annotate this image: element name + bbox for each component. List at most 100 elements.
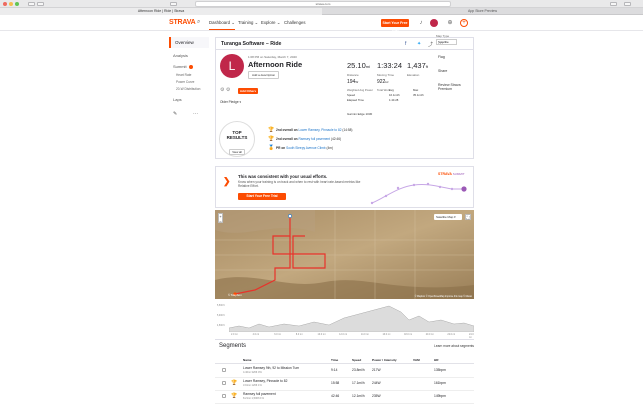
notifications-bell-icon[interactable]: ♪ xyxy=(417,19,425,27)
add-activity-icon[interactable]: + xyxy=(460,19,468,27)
nav-training[interactable]: Training ⌄ xyxy=(238,20,258,26)
add-others-button[interactable]: Add Others xyxy=(238,88,258,94)
start-free-trial-button[interactable]: Start Your Free Trial xyxy=(381,19,409,33)
elevation-x-label: 8.0 mi xyxy=(295,333,303,336)
twitter-icon[interactable]: ✦ xyxy=(417,41,421,47)
zoom-window-icon[interactable] xyxy=(15,2,19,6)
weighted-power-unit: W xyxy=(355,80,359,84)
header-hr[interactable]: HR xyxy=(434,358,438,362)
sidebar-item-heart-rate[interactable]: Heart Rate xyxy=(176,73,191,77)
edit-icon[interactable]: ✎ xyxy=(173,111,177,117)
elevation-profile[interactable]: 5,500 ft 5,000 ft 4,500 ft 2.0 mi 4.0 mi 6… xyxy=(215,300,474,340)
segment-name-link[interactable]: Ramsey full pavement xyxy=(243,392,276,396)
header-name[interactable]: Name xyxy=(243,358,251,362)
upload-icon[interactable]: ⊕ xyxy=(446,19,454,27)
elevation-x-label: 24.0 mi xyxy=(469,333,474,339)
achievement-suffix: (4m) xyxy=(325,146,333,150)
promo-body: Know when your training is on track and … xyxy=(238,180,361,189)
table-row[interactable]: 🏆 Ramsey full pavement 8.21mi 1,500ft 1% 42… xyxy=(215,391,474,404)
add-description-button[interactable]: Add a description xyxy=(248,71,280,79)
url-bar[interactable]: strava.com xyxy=(195,1,451,7)
map-attribution[interactable]: © Mapbox © OpenStreetMap Improve this ma… xyxy=(415,296,472,298)
share-menu-item[interactable]: Share xyxy=(438,69,447,73)
segment-link[interactable]: South Sleepy Avenue Climb xyxy=(286,146,325,150)
segment-link[interactable]: Lower Ramsey, Pinnacle to 82 xyxy=(299,128,342,132)
segment-time: 9:14 xyxy=(331,368,338,372)
zoom-out-button[interactable]: − xyxy=(219,219,222,224)
header-power[interactable]: Power / Intensity xyxy=(372,358,397,362)
tab-app-store[interactable]: App Store Preview xyxy=(322,8,643,15)
sidebar-item-power-curve[interactable]: Power Curve xyxy=(176,80,194,84)
map-type-select[interactable]: Satellite xyxy=(436,39,457,45)
nav-explore[interactable]: Explore ⌄ xyxy=(261,20,280,26)
avatar[interactable] xyxy=(430,19,438,27)
share-button[interactable] xyxy=(610,2,617,6)
achievement-item: PR on South Sleepy Avenue Climb (4m) xyxy=(276,146,333,150)
nav-challenges[interactable]: Challenges xyxy=(284,20,306,25)
segments-title: Segments xyxy=(219,343,247,349)
elevation-area xyxy=(229,305,474,332)
top-results-badge: TOP RESULTS View all xyxy=(219,121,255,157)
segment-name-link[interactable]: Lower Ramsey 9th, 92 to Mission Turn xyxy=(243,366,299,370)
table-header-max: Max xyxy=(413,88,419,92)
sidebar-item-summit[interactable]: Summit xyxy=(173,64,193,69)
route-map[interactable]: + − Satellite Map ▾ ⛶ © Mapbox © Mapbox … xyxy=(215,210,474,299)
table-cell: 1:44:28 xyxy=(389,98,399,102)
premium-menu-item[interactable]: Review Strava Premium xyxy=(438,83,466,91)
gear-dropdown[interactable]: Older Pledge ▾ xyxy=(220,100,241,104)
back-button[interactable] xyxy=(28,2,35,6)
segment-power: 217W xyxy=(372,368,381,372)
flag-menu-item[interactable]: Flag xyxy=(438,55,445,59)
star-segment-checkbox[interactable] xyxy=(222,381,226,385)
tab-strava[interactable]: Afternoon Ride | Ride | Strava xyxy=(0,8,322,15)
sidebar-toggle-button[interactable] xyxy=(170,2,177,6)
elevation-x-axis: 2.0 mi 4.0 mi 6.0 mi 8.0 mi 10.0 mi 12.0 mi 14… xyxy=(229,333,474,339)
forward-button[interactable] xyxy=(37,2,44,6)
share-icon[interactable]: ⤴ xyxy=(428,41,433,48)
search-icon[interactable]: ⌕ xyxy=(197,19,200,26)
mapbox-logo: © Mapbox xyxy=(228,293,242,297)
segment-speed: 12.1mi/h xyxy=(352,394,365,398)
segment-details: 4.40mi 326ft 0% xyxy=(243,371,262,374)
segment-link[interactable]: Ramsey full pavement xyxy=(299,137,331,141)
table-row[interactable]: Lower Ramsey 9th, 92 to Mission Turn 4.40… xyxy=(215,365,474,378)
segment-hr: 161bpm xyxy=(434,381,446,385)
sidebar-item-analysis[interactable]: Analysis xyxy=(173,53,188,58)
table-cell: Speed xyxy=(347,93,356,97)
star-segment-checkbox[interactable] xyxy=(222,368,226,372)
fullscreen-icon[interactable]: ⛶ xyxy=(465,214,471,220)
promo-trial-button[interactable]: Start Your Free Trial xyxy=(238,193,286,200)
segment-details: 3.91mi 126ft 1% xyxy=(243,384,262,387)
segment-name-link[interactable]: Lower Ramsey, Pinnacle to 82 xyxy=(243,379,287,383)
sidebar-item-overview[interactable]: Overview xyxy=(169,37,209,48)
moving-time-value: 1:33:24 xyxy=(377,61,403,70)
elevation-x-label: 16.0 mi xyxy=(382,333,391,336)
new-tab-button[interactable] xyxy=(624,2,631,6)
segment-speed: 17.1mi/h xyxy=(352,381,365,385)
distance-unit: mi xyxy=(365,64,371,69)
table-row-elapsed: Elapsed Time 1:44:28 xyxy=(347,98,469,103)
close-window-icon[interactable] xyxy=(3,2,7,6)
strava-logo[interactable]: STRAVA xyxy=(169,19,196,26)
elevation-x-label: 20.0 mi xyxy=(425,333,434,336)
elevation-y-label: 5,000 ft xyxy=(217,315,225,317)
minimize-window-icon[interactable] xyxy=(9,2,13,6)
elevation-x-label: 14.0 mi xyxy=(360,333,369,336)
elevation-y-label: 4,500 ft xyxy=(217,325,225,327)
nav-dashboard[interactable]: Dashboard ⌄ xyxy=(209,20,235,30)
achievement-suffix: (14:58) xyxy=(341,128,353,132)
athlete-avatar[interactable]: L xyxy=(220,54,244,78)
map-style-dropdown[interactable]: Satellite Map ▾ xyxy=(434,214,462,220)
more-options-icon[interactable]: ··· xyxy=(193,111,198,117)
facebook-icon[interactable]: f xyxy=(405,41,406,47)
header-time[interactable]: Time xyxy=(331,358,338,362)
elevation-x-label: 4.0 mi xyxy=(252,333,260,336)
header-vam[interactable]: VAM xyxy=(413,358,420,362)
header-speed[interactable]: Speed xyxy=(352,358,361,362)
table-row[interactable]: 🏆 Lower Ramsey, Pinnacle to 82 3.91mi 126f… xyxy=(215,378,474,391)
sidebar-item-power-distribution[interactable]: 20-W Distribution xyxy=(176,87,200,91)
sidebar-item-laps[interactable]: Laps xyxy=(173,97,182,102)
learn-more-segments-link[interactable]: Learn more about segments xyxy=(434,344,474,348)
star-segment-checkbox[interactable] xyxy=(222,394,226,398)
view-all-button[interactable]: View all xyxy=(229,149,245,155)
